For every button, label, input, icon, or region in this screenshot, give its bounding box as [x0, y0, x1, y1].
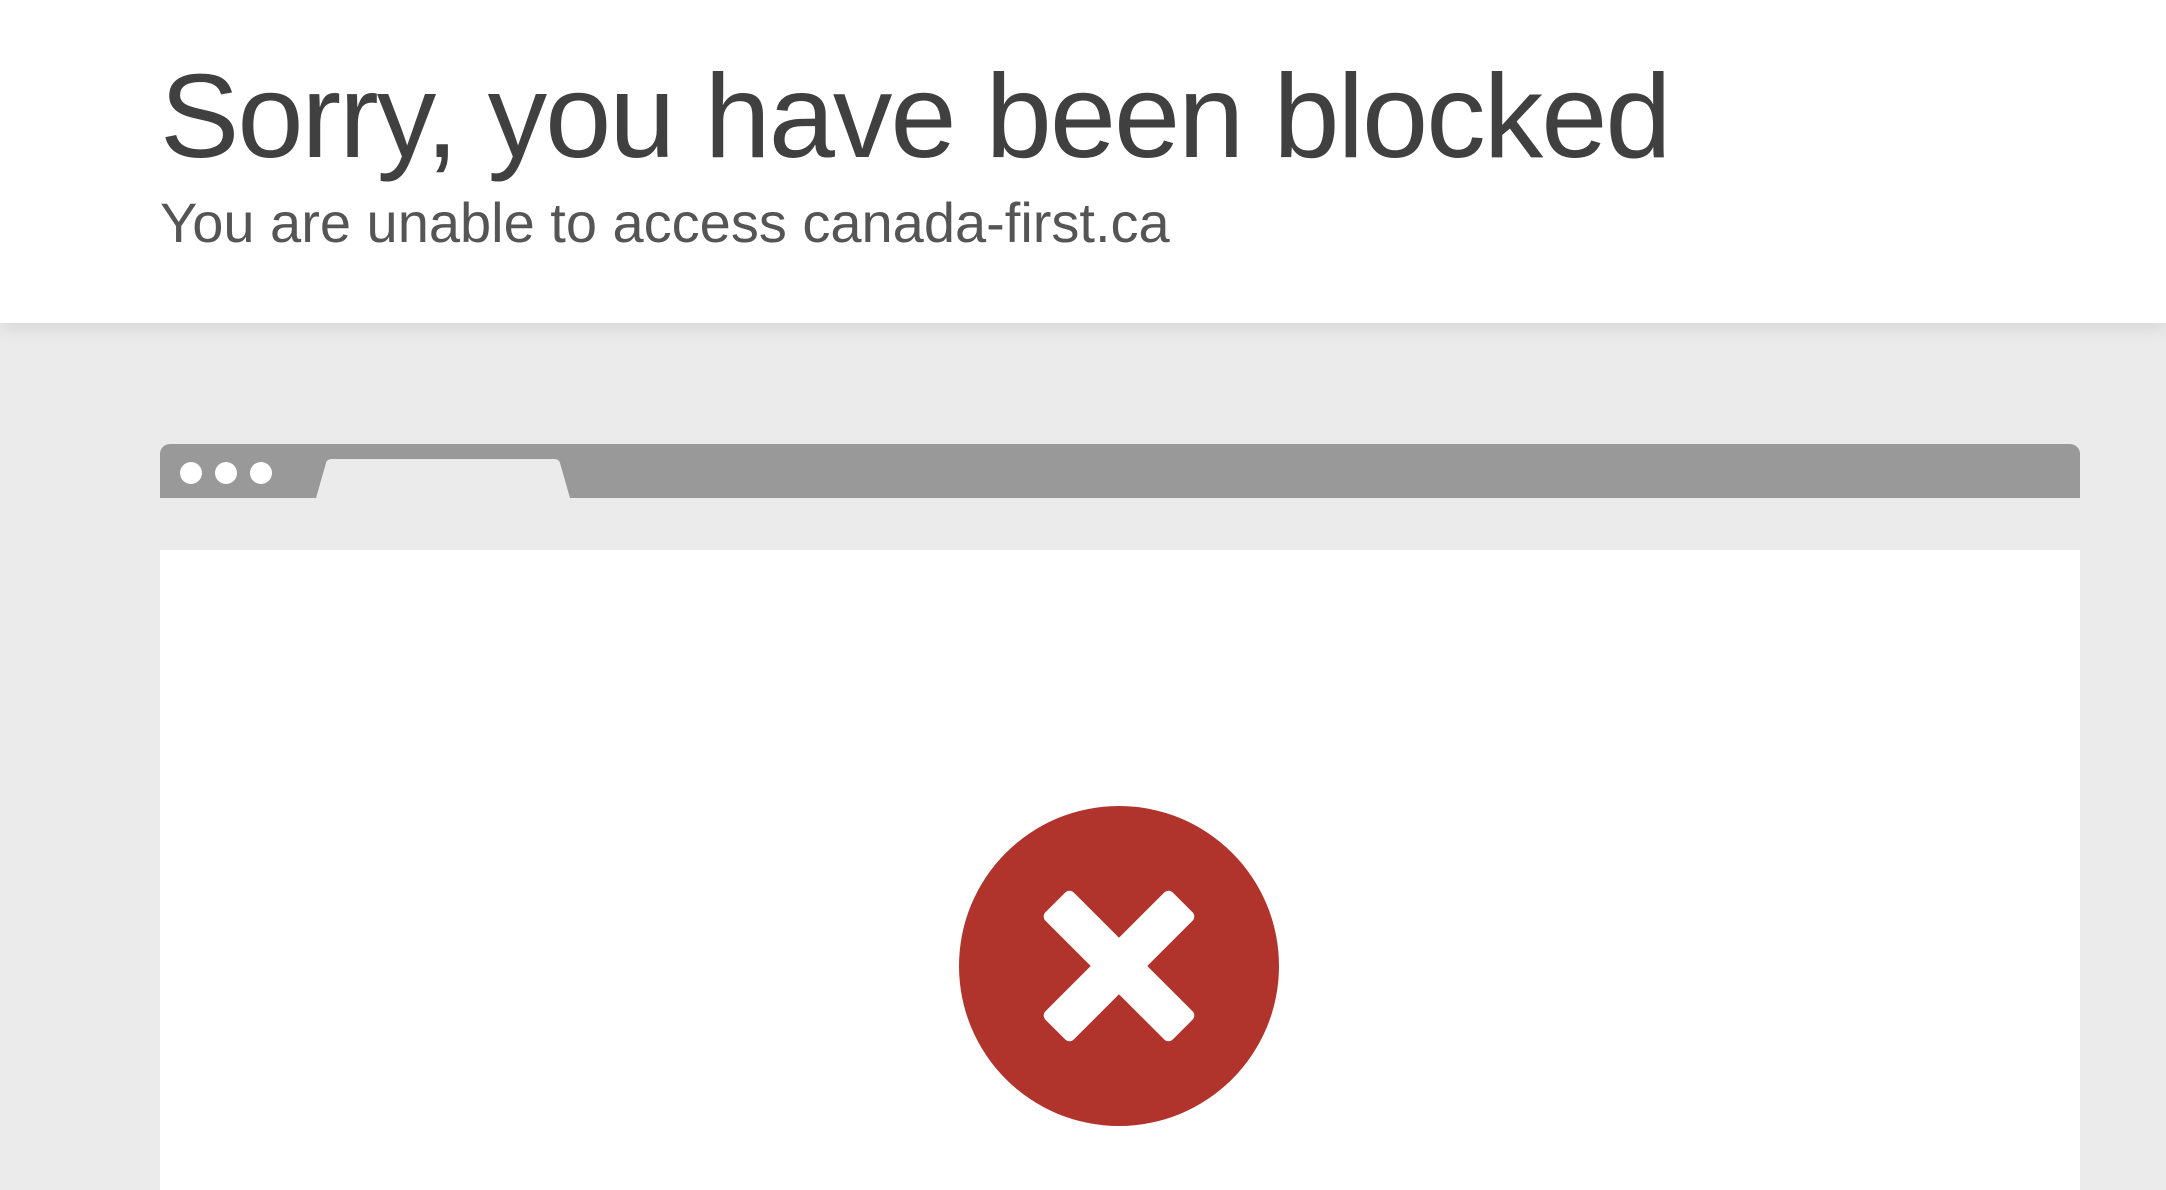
window-dot — [215, 462, 237, 484]
window-dot — [250, 462, 272, 484]
page-header: Sorry, you have been blocked You are una… — [0, 0, 2166, 323]
browser-tab — [316, 459, 570, 498]
page-subtitle: You are unable to access canada-first.ca — [160, 191, 1170, 254]
window-dot — [180, 462, 202, 484]
window-controls — [180, 462, 272, 484]
browser-viewport — [160, 550, 2080, 1190]
page-title: Sorry, you have been blocked — [160, 50, 1672, 183]
error-x-circle-icon — [959, 806, 1279, 1126]
illustration-area — [0, 323, 2166, 1190]
browser-window-bar — [160, 444, 2080, 498]
